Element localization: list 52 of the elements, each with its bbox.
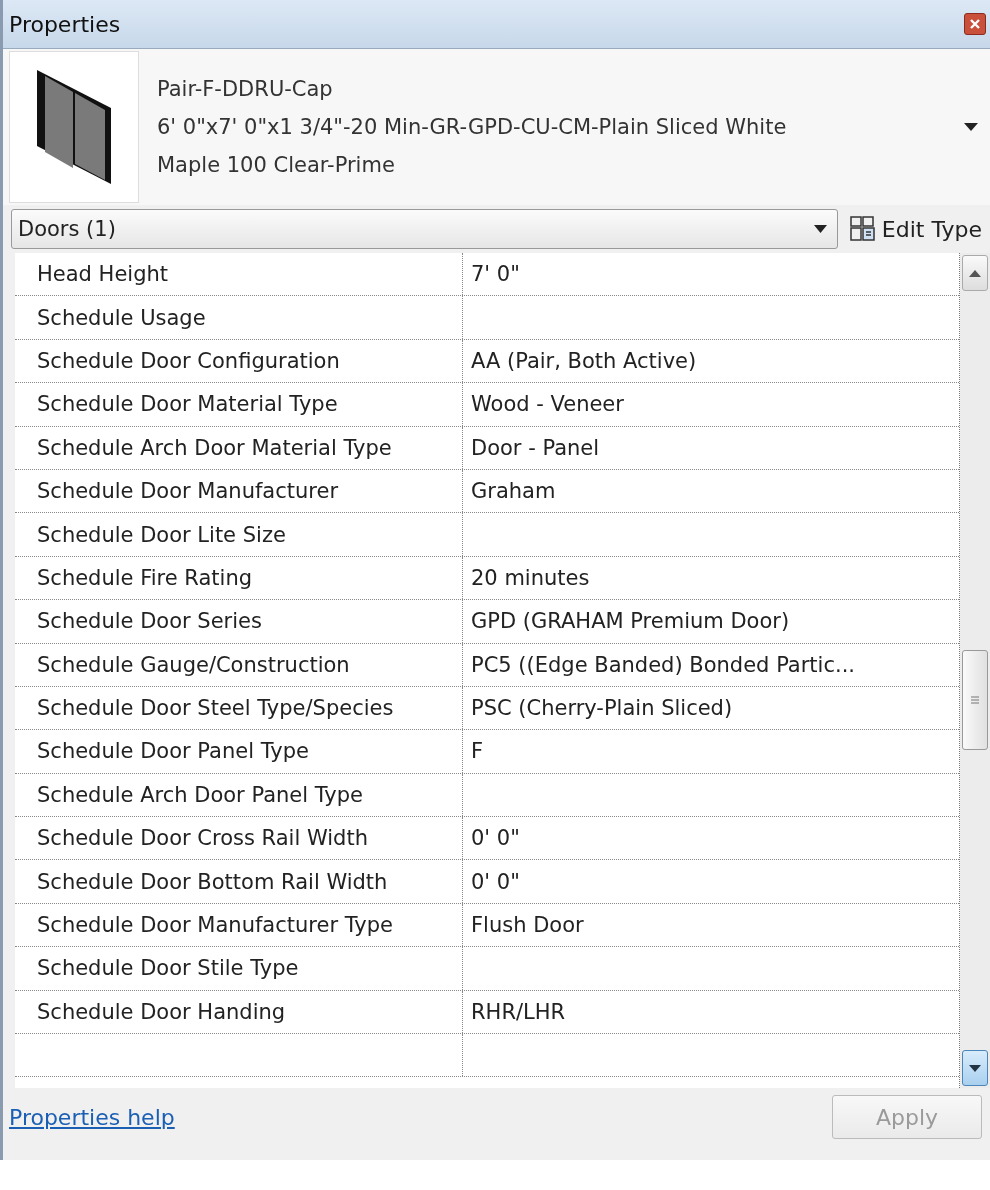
property-name: Schedule Arch Door Material Type — [15, 426, 463, 469]
property-name: Schedule Door Series — [15, 600, 463, 643]
property-name: Schedule Door Manufacturer — [15, 469, 463, 513]
property-value[interactable]: Flush Door — [463, 903, 959, 947]
property-name: Schedule Gauge/Construction — [15, 643, 463, 686]
property-name: Schedule Door Cross Rail Width — [15, 817, 463, 860]
property-value[interactable]: 0' 0" — [463, 860, 959, 903]
down-arrow-icon — [969, 1064, 981, 1072]
property-value[interactable]: AA (Pair, Both Active) — [463, 339, 959, 383]
vertical-scrollbar[interactable] — [960, 253, 990, 1088]
close-icon — [969, 18, 981, 30]
property-value[interactable]: 20 minutes — [463, 556, 959, 600]
type-name: 6' 0"x7' 0"x1 3/4"-20 Min-GR-GPD-CU-CM-Plain Sliced White — [157, 114, 788, 141]
property-value[interactable]: GPD (GRAHAM Premium Door) — [463, 600, 959, 643]
property-name: Schedule Fire Rating — [15, 556, 463, 600]
scroll-down-button[interactable] — [962, 1050, 988, 1086]
property-name: Schedule Door Lite Size — [15, 513, 463, 556]
property-name: Schedule Arch Door Panel Type — [15, 773, 463, 817]
type-name: Maple 100 Clear-Prime — [157, 152, 396, 179]
property-value[interactable]: Graham — [463, 469, 959, 513]
family-name: Pair-F-DDRU-Cap — [157, 76, 334, 103]
property-name: Schedule Door Handing — [15, 990, 463, 1034]
grip-icon — [970, 695, 980, 705]
window-title: Properties — [9, 11, 121, 37]
property-name: Schedule Door Panel Type — [15, 730, 463, 773]
property-name: Schedule Door Bottom Rail Width — [15, 860, 463, 903]
property-name: Schedule Door Stile Type — [15, 947, 463, 990]
property-name: Head Height — [15, 253, 463, 296]
property-value[interactable]: 0' 0" — [463, 817, 959, 860]
property-name: Schedule Door Material Type — [15, 383, 463, 426]
edit-type-button[interactable]: Edit Type — [845, 216, 986, 242]
caret-icon — [813, 225, 827, 233]
property-value[interactable]: Wood - Veneer — [463, 383, 959, 426]
property-value[interactable]: F — [463, 730, 959, 773]
property-name: Schedule Door Manufacturer Type — [15, 903, 463, 947]
caret-icon — [964, 123, 978, 131]
edit-type-icon — [849, 216, 876, 242]
type-selector[interactable]: Pair-F-DDRU-Cap 6' 0"x7' 0"x1 3/4"-20 Min-GR-GPD-CU-CM-Plain Sliced White Maple 100 Clear-Prime — [3, 49, 990, 205]
property-value[interactable]: PSC (Cherry-Plain Sliced) — [463, 686, 959, 730]
scroll-up-button[interactable] — [962, 255, 988, 291]
up-arrow-icon — [969, 269, 981, 277]
close-button[interactable] — [964, 13, 986, 35]
property-name: Schedule Usage — [15, 296, 463, 339]
category-dropdown[interactable]: Doors (1) — [11, 209, 838, 249]
scroll-thumb[interactable] — [962, 650, 988, 750]
property-value[interactable]: 7' 0" — [463, 253, 959, 296]
property-name: Schedule Door Steel Type/Species — [15, 686, 463, 730]
property-name: Schedule Door Configuration — [15, 339, 463, 383]
property-value[interactable]: PC5 ((Edge Banded) Bonded Partic... — [463, 643, 959, 686]
properties-help-link[interactable]: Properties help — [9, 1104, 175, 1130]
property-value[interactable]: Door - Panel — [463, 426, 959, 469]
property-value[interactable]: RHR/LHR — [463, 990, 959, 1034]
